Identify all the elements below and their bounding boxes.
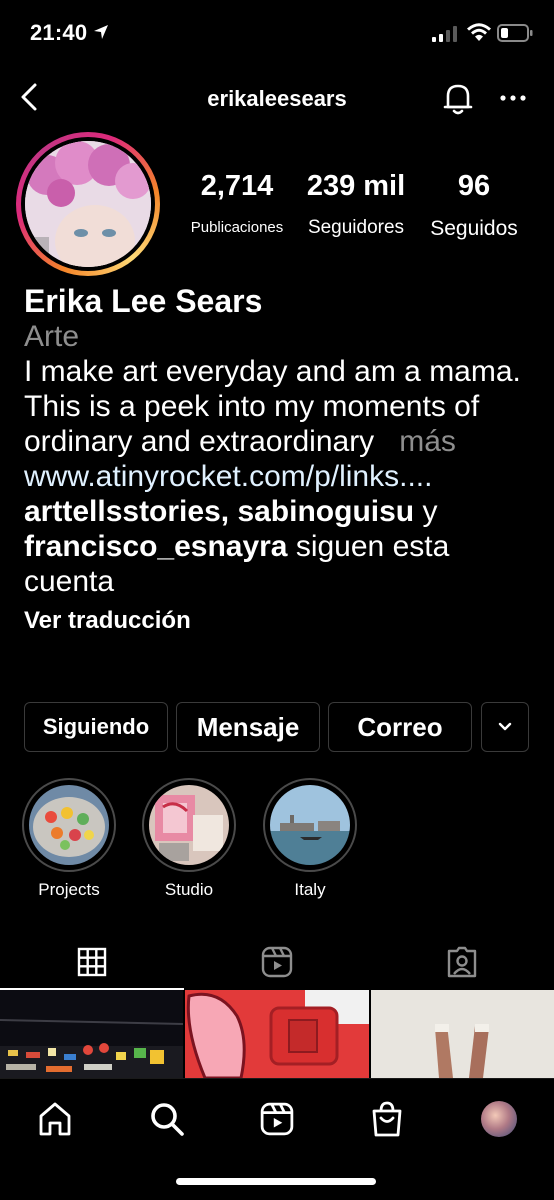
tab-posts-grid[interactable] bbox=[0, 934, 184, 990]
highlight-italy[interactable]: Italy bbox=[263, 778, 357, 900]
chevron-down-icon bbox=[498, 722, 512, 731]
nav-shop[interactable] bbox=[365, 1097, 409, 1141]
highlight-thumbnail bbox=[149, 785, 229, 865]
status-bar: 21:40 bbox=[0, 0, 554, 66]
battery-icon bbox=[497, 24, 533, 42]
profile-content-tabs bbox=[0, 934, 554, 990]
highlight-projects[interactable]: Projects bbox=[22, 778, 116, 900]
profile-avatar bbox=[25, 141, 151, 267]
posts-grid bbox=[0, 990, 554, 1078]
bio-more-link[interactable]: más bbox=[399, 425, 456, 458]
following-count: 96 bbox=[457, 170, 491, 202]
highlight-label-studio: Studio bbox=[164, 880, 214, 899]
profile-full-name: Erika Lee Sears bbox=[24, 283, 263, 319]
message-button[interactable]: Mensaje bbox=[176, 702, 320, 752]
post-image bbox=[185, 990, 369, 1078]
see-translation-link[interactable]: Ver traducción bbox=[24, 603, 544, 638]
profile-category: Arte bbox=[24, 320, 80, 353]
search-icon bbox=[151, 1103, 184, 1136]
nav-profile-avatar bbox=[481, 1101, 517, 1137]
more-horizontal-icon bbox=[500, 95, 526, 101]
nav-home[interactable] bbox=[33, 1097, 77, 1141]
profile-header: erikaleesears bbox=[0, 70, 554, 126]
followers-stat[interactable]: 239 mil Seguidores bbox=[300, 170, 412, 239]
post-thumbnail[interactable] bbox=[371, 990, 554, 1078]
tagged-person-icon bbox=[447, 946, 477, 978]
following-button[interactable]: Siguiendo bbox=[24, 702, 168, 752]
followers-count: 239 mil bbox=[306, 170, 406, 202]
home-indicator bbox=[176, 1178, 376, 1185]
highlight-label-projects: Projects bbox=[38, 880, 100, 899]
mutual-follower-2: sabinoguisu bbox=[237, 495, 415, 528]
tab-tagged[interactable] bbox=[370, 934, 554, 990]
posts-stat: 2,714 Publicaciones bbox=[182, 170, 292, 236]
mutual-follower-1: arttellsstories bbox=[24, 495, 221, 528]
avatar-photo bbox=[25, 141, 151, 267]
suggested-accounts-button[interactable] bbox=[481, 702, 529, 752]
shopping-bag-icon bbox=[372, 1101, 402, 1137]
bio-text-block: I make art everyday and am a mama. This … bbox=[24, 354, 544, 459]
more-options-button[interactable] bbox=[496, 84, 530, 112]
bell-icon bbox=[443, 84, 473, 115]
highlight-cover-studio bbox=[149, 785, 229, 865]
posts-label: Publicaciones bbox=[190, 219, 284, 236]
profile-bio: Erika Lee Sears Arte I make art everyday… bbox=[24, 284, 544, 638]
highlight-thumbnail bbox=[270, 785, 350, 865]
highlight-label-italy: Italy bbox=[294, 880, 326, 899]
email-button[interactable]: Correo bbox=[328, 702, 472, 752]
followed-by[interactable]: arttellsstories, sabinoguisu y francisco… bbox=[24, 494, 544, 599]
followed-by-separator: , bbox=[220, 495, 238, 528]
highlight-thumbnail bbox=[29, 785, 109, 865]
grid-icon bbox=[77, 947, 107, 977]
website-link[interactable]: www.atinyrocket.com/p/links.... bbox=[24, 459, 544, 494]
post-thumbnail[interactable] bbox=[0, 990, 183, 1078]
nav-reels[interactable] bbox=[255, 1097, 299, 1141]
mutual-follower-3: francisco_esnayra bbox=[24, 530, 288, 563]
profile-avatar-story-ring[interactable] bbox=[16, 132, 160, 276]
reels-icon bbox=[260, 1102, 294, 1136]
home-icon bbox=[39, 1102, 71, 1136]
tab-reels[interactable] bbox=[184, 934, 370, 990]
post-image bbox=[371, 990, 554, 1078]
following-stat[interactable]: 96 Seguidos bbox=[418, 170, 530, 241]
reels-icon bbox=[261, 946, 293, 978]
cellular-signal-icon bbox=[432, 26, 457, 42]
highlight-studio[interactable]: Studio bbox=[142, 778, 236, 900]
nav-profile[interactable] bbox=[477, 1097, 521, 1141]
followed-by-conjunction: y bbox=[414, 495, 438, 528]
nav-search[interactable] bbox=[145, 1097, 189, 1141]
status-time: 21:40 bbox=[30, 20, 88, 45]
following-label: Seguidos bbox=[430, 217, 518, 240]
post-image bbox=[0, 990, 183, 1078]
location-arrow-icon bbox=[94, 25, 108, 39]
post-thumbnail[interactable] bbox=[185, 990, 369, 1078]
followers-label: Seguidores bbox=[307, 217, 405, 238]
wifi-icon bbox=[467, 23, 491, 41]
notifications-button[interactable] bbox=[440, 80, 476, 116]
posts-count: 2,714 bbox=[200, 170, 274, 202]
highlight-cover-italy bbox=[270, 785, 350, 865]
highlight-cover-projects bbox=[29, 785, 109, 865]
